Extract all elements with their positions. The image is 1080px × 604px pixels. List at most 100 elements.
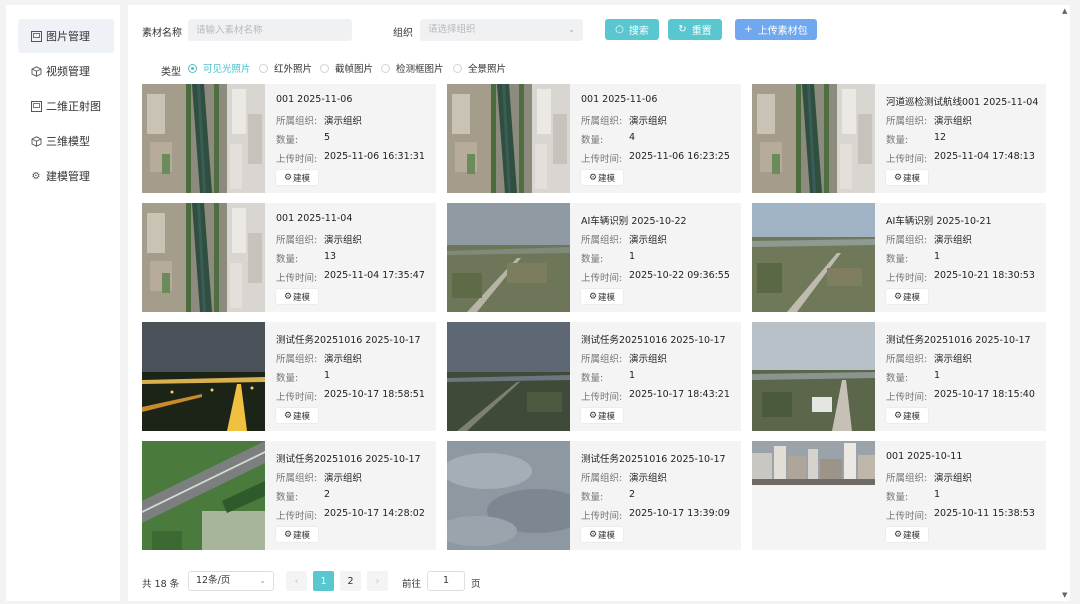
build-model-label: 建模: [903, 173, 921, 184]
org-value: 演示组织: [324, 235, 363, 246]
type-radio-visible[interactable]: 可见光照片: [188, 61, 251, 75]
material-count-row: 数量: 2: [581, 489, 737, 508]
material-card[interactable]: AI车辆识别 2025-10-21 所属组织: 演示组织 数量: 1 上传时间: 2025-…: [752, 203, 1046, 312]
goto-page-input[interactable]: 1: [427, 571, 465, 591]
material-card[interactable]: 001 2025-11-04 所属组织: 演示组织 数量: 13 上传时间: 2025-11…: [142, 203, 436, 312]
search-button-label: 搜索: [628, 26, 649, 37]
radio-dot-icon: [381, 63, 390, 73]
time-key: 上传时间:: [276, 392, 318, 403]
gear-icon: ⚙: [588, 410, 598, 421]
material-thumbnail[interactable]: [752, 441, 875, 485]
material-thumbnail[interactable]: [142, 322, 265, 431]
org-key: 所属组织:: [581, 235, 623, 246]
type-radio-panorama[interactable]: 全景照片: [453, 61, 506, 75]
reset-button-label: 重置: [691, 26, 712, 37]
type-radio-detection[interactable]: 检测框图片: [381, 61, 444, 75]
material-card[interactable]: 测试任务20251016 2025-10-17 所属组织: 演示组织 数量: 2 上传时间…: [447, 441, 741, 550]
page-button-1[interactable]: 1: [313, 571, 334, 591]
type-radio-label: 检测框图片: [396, 64, 444, 75]
build-model-button[interactable]: ⚙ 建模: [886, 170, 928, 185]
material-card[interactable]: 测试任务20251016 2025-10-17 所属组织: 演示组织 数量: 1 上传时间…: [752, 322, 1046, 431]
material-count-row: 数量: 1: [886, 489, 1042, 508]
search-icon: ○: [615, 24, 624, 35]
build-model-label: 建模: [903, 530, 921, 541]
material-title: 001 2025-10-11: [886, 451, 963, 462]
page-size-select[interactable]: 12条/页 ⌄: [188, 571, 274, 591]
material-title: AI车辆识别 2025-10-21: [886, 216, 992, 227]
material-thumbnail[interactable]: [142, 441, 265, 550]
material-card[interactable]: 001 2025-10-11 所属组织: 演示组织 数量: 1 上传时间: 2025-10-…: [752, 441, 1046, 550]
material-thumbnail[interactable]: [752, 84, 875, 193]
next-page-button[interactable]: ›: [367, 571, 388, 591]
build-model-button[interactable]: ⚙ 建模: [276, 408, 318, 423]
material-thumbnail[interactable]: [447, 84, 570, 193]
sidebar-item-3d-models[interactable]: 三维模型: [18, 124, 114, 158]
build-model-label: 建模: [293, 173, 311, 184]
material-card[interactable]: 测试任务20251016 2025-10-17 所属组织: 演示组织 数量: 1 上传时间…: [447, 322, 741, 431]
org-value: 演示组织: [934, 354, 973, 365]
build-model-button[interactable]: ⚙ 建模: [276, 527, 318, 542]
material-thumbnail[interactable]: [447, 322, 570, 431]
material-thumbnail[interactable]: [447, 203, 570, 312]
name-search-input[interactable]: [188, 19, 352, 41]
build-model-button[interactable]: ⚙ 建模: [581, 527, 623, 542]
material-thumbnail[interactable]: [752, 203, 875, 312]
material-org-row: 所属组织: 演示组织: [581, 113, 737, 132]
build-model-button[interactable]: ⚙ 建模: [581, 170, 623, 185]
scroll-up-icon[interactable]: ▲: [1062, 7, 1067, 15]
sidebar-item-orthophoto[interactable]: 二维正射图: [18, 89, 114, 123]
scrollbar[interactable]: ▲ ▼: [1060, 5, 1070, 601]
type-radio-infrared[interactable]: 红外照片: [259, 61, 312, 75]
build-model-button[interactable]: ⚙ 建模: [276, 170, 318, 185]
org-value: 演示组织: [324, 354, 363, 365]
build-model-button[interactable]: ⚙ 建模: [276, 289, 318, 304]
org-key: 所属组织:: [581, 354, 623, 365]
page-button-2[interactable]: 2: [340, 571, 361, 591]
material-card[interactable]: 测试任务20251016 2025-10-17 所属组织: 演示组织 数量: 1 上传时间…: [142, 322, 436, 431]
material-time-row: 上传时间: 2025-11-04 17:35:47: [276, 270, 432, 289]
count-value: 5: [324, 132, 331, 143]
build-model-label: 建模: [598, 292, 616, 303]
material-thumbnail[interactable]: [447, 441, 570, 550]
material-org-row: 所属组织: 演示组织: [276, 232, 432, 251]
search-button[interactable]: ○ 搜索: [605, 19, 659, 40]
material-time-row: 上传时间: 2025-10-17 18:15:40: [886, 389, 1042, 408]
count-key: 数量:: [886, 373, 909, 384]
upload-button[interactable]: + 上传素材包: [735, 19, 817, 40]
material-card[interactable]: 001 2025-11-06 所属组织: 演示组织 数量: 4 上传时间: 2025-11-…: [447, 84, 741, 193]
prev-page-button[interactable]: ‹: [286, 571, 307, 591]
build-model-button[interactable]: ⚙ 建模: [581, 408, 623, 423]
material-thumbnail[interactable]: [142, 84, 265, 193]
scroll-down-icon[interactable]: ▼: [1062, 591, 1067, 599]
material-card[interactable]: 河道巡检测试航线001 2025-11-04 所属组织: 演示组织 数量: 12 上传时间…: [752, 84, 1046, 193]
org-value: 演示组织: [629, 235, 668, 246]
radio-dot-icon: [188, 63, 197, 73]
material-org-row: 所属组织: 演示组织: [886, 470, 1042, 489]
gear-icon: ⚙: [588, 172, 598, 183]
build-model-button[interactable]: ⚙ 建模: [886, 527, 928, 542]
time-value: 2025-10-17 18:15:40: [934, 389, 1035, 400]
build-model-label: 建模: [598, 530, 616, 541]
material-thumbnail[interactable]: [142, 203, 265, 312]
time-key: 上传时间:: [276, 511, 318, 522]
count-value: 2: [629, 489, 636, 500]
material-card[interactable]: 001 2025-11-06 所属组织: 演示组织 数量: 5 上传时间: 2025-11-…: [142, 84, 436, 193]
type-radio-label: 全景照片: [468, 64, 507, 75]
org-select[interactable]: 请选择组织 ⌄: [420, 19, 583, 41]
sidebar-item-images[interactable]: 图片管理: [18, 19, 114, 53]
sidebar-item-videos[interactable]: 视频管理: [18, 54, 114, 88]
build-model-button[interactable]: ⚙ 建模: [581, 289, 623, 304]
sidebar-item-label: 建模管理: [46, 170, 90, 183]
sidebar-item-modeling[interactable]: ⚙ 建模管理: [18, 159, 114, 193]
build-model-button[interactable]: ⚙ 建模: [886, 289, 928, 304]
material-thumbnail[interactable]: [752, 322, 875, 431]
material-card[interactable]: 测试任务20251016 2025-10-17 所属组织: 演示组织 数量: 2 上传时间…: [142, 441, 436, 550]
build-model-button[interactable]: ⚙ 建模: [886, 408, 928, 423]
type-radio-frame[interactable]: 截帧图片: [320, 61, 373, 75]
material-card[interactable]: AI车辆识别 2025-10-22 所属组织: 演示组织 数量: 1 上传时间: 2025-…: [447, 203, 741, 312]
org-filter-label: 组织: [393, 28, 413, 39]
image-icon: [30, 100, 42, 112]
count-value: 12: [934, 132, 947, 143]
build-model-label: 建模: [293, 530, 311, 541]
reset-button[interactable]: ↻ 重置: [668, 19, 722, 40]
